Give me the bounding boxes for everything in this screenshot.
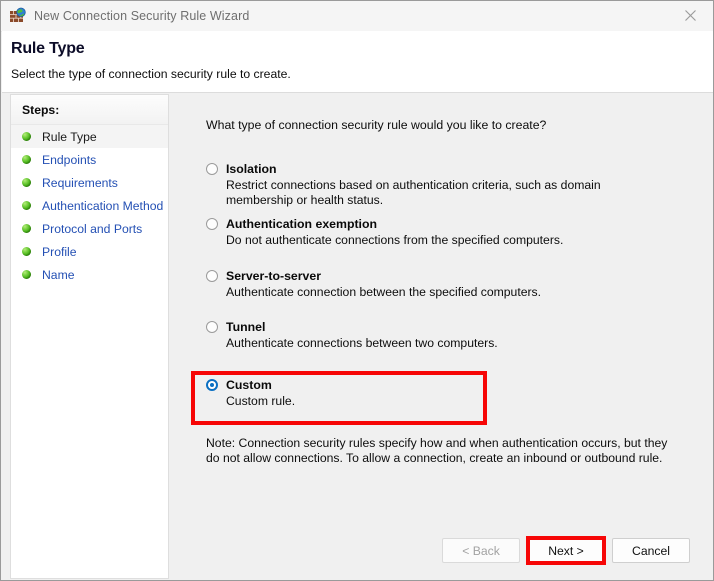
option-custom[interactable]: Custom Custom rule. [206, 378, 676, 409]
option-description: Authenticate connection between the spec… [226, 285, 542, 299]
option-description: Authenticate connections between two com… [226, 336, 498, 350]
note-text: Note: Connection security rules specify … [206, 436, 668, 465]
option-title: Custom [226, 378, 272, 392]
radio-server-to-server[interactable] [206, 270, 218, 282]
next-button[interactable]: Next > [528, 538, 604, 563]
steps-heading: Steps: [11, 95, 168, 125]
step-bullet-icon [22, 247, 31, 256]
step-bullet-icon [22, 201, 31, 210]
sidebar-item-label: Rule Type [42, 129, 97, 144]
sidebar-item-protocol-and-ports[interactable]: Protocol and Ports [11, 217, 168, 240]
sidebar-item-label: Requirements [42, 175, 118, 190]
window-title: New Connection Security Rule Wizard [34, 9, 250, 23]
option-description: Do not authenticate connections from the… [226, 233, 564, 247]
radio-isolation[interactable] [206, 163, 218, 175]
page-title: Rule Type [11, 40, 85, 57]
sidebar-item-label: Endpoints [42, 152, 97, 167]
sidebar-item-endpoints[interactable]: Endpoints [11, 148, 168, 171]
option-isolation[interactable]: Isolation Restrict connections based on … [206, 162, 676, 208]
sidebar-item-authentication-method[interactable]: Authentication Method [11, 194, 168, 217]
option-title: Isolation [226, 162, 277, 176]
cancel-button[interactable]: Cancel [612, 538, 690, 563]
option-authentication-exemption[interactable]: Authentication exemption Do not authenti… [206, 217, 676, 248]
option-description: Restrict connections based on authentica… [226, 178, 601, 207]
back-button[interactable]: < Back [442, 538, 520, 563]
option-server-to-server[interactable]: Server-to-server Authenticate connection… [206, 269, 676, 300]
wizard-content: What type of connection security rule wo… [174, 94, 713, 580]
option-title: Server-to-server [226, 269, 322, 283]
step-bullet-icon [22, 155, 31, 164]
sidebar-item-label: Authentication Method [42, 198, 164, 213]
option-title: Tunnel [226, 320, 266, 334]
page-subtitle: Select the type of connection security r… [11, 67, 291, 81]
option-description: Custom rule. [226, 394, 296, 408]
radio-custom[interactable] [206, 379, 218, 391]
sidebar-item-requirements[interactable]: Requirements [11, 171, 168, 194]
step-bullet-icon [22, 178, 31, 187]
option-title: Authentication exemption [226, 217, 377, 231]
sidebar-item-label: Profile [42, 244, 77, 259]
step-bullet-icon [22, 224, 31, 233]
radio-authentication-exemption[interactable] [206, 218, 218, 230]
radio-tunnel[interactable] [206, 321, 218, 333]
title-bar: New Connection Security Rule Wizard [1, 1, 713, 32]
step-bullet-icon [22, 270, 31, 279]
wizard-window: New Connection Security Rule Wizard Rule… [0, 0, 714, 581]
question-label: What type of connection security rule wo… [206, 118, 547, 132]
sidebar-item-rule-type[interactable]: Rule Type [11, 125, 168, 148]
sidebar-item-label: Name [42, 267, 75, 282]
sidebar-item-label: Protocol and Ports [42, 221, 143, 236]
sidebar-item-profile[interactable]: Profile [11, 240, 168, 263]
wizard-header: Rule Type Select the type of connection … [2, 31, 713, 93]
firewall-globe-icon [9, 7, 27, 25]
sidebar-item-name[interactable]: Name [11, 263, 168, 286]
option-tunnel[interactable]: Tunnel Authenticate connections between … [206, 320, 676, 351]
steps-sidebar: Steps: Rule Type Endpoints Requirements … [10, 94, 169, 579]
close-icon[interactable] [668, 1, 713, 30]
step-bullet-icon [22, 132, 31, 141]
